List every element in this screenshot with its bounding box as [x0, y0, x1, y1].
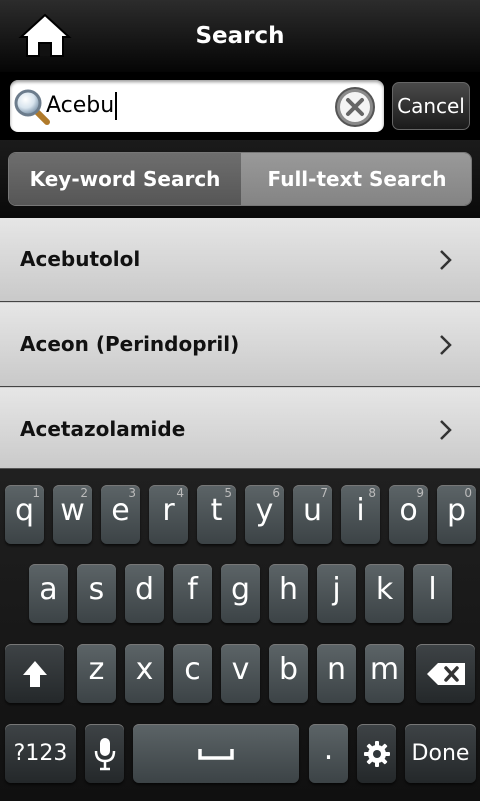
key-label: b [278, 652, 299, 687]
microphone-icon [85, 724, 124, 783]
key-e[interactable]: 3e [101, 485, 140, 544]
key-label: . [323, 732, 334, 767]
results-list: Acebutolol Aceon (Perindopril) Acetazola… [0, 218, 480, 472]
list-item-label: Acetazolamide [20, 417, 186, 441]
key-label: k [375, 572, 394, 607]
gear-icon [357, 724, 396, 783]
tab-keyword-search[interactable]: Key-word Search [9, 153, 241, 205]
clear-icon[interactable] [334, 86, 376, 128]
chevron-right-icon [440, 335, 452, 355]
key-label: o [399, 493, 418, 528]
key-o[interactable]: 9o [389, 485, 428, 544]
symbols-key[interactable]: ?123 [5, 724, 76, 783]
key-label: c [184, 652, 201, 687]
space-key[interactable] [133, 724, 299, 783]
key-n[interactable]: n [317, 644, 356, 703]
key-r[interactable]: 4r [149, 485, 188, 544]
shift-key[interactable] [5, 644, 64, 703]
key-label: p [446, 493, 467, 528]
key-l[interactable]: l [413, 564, 452, 623]
key-label: x [135, 652, 154, 687]
key-label: ?123 [13, 741, 68, 766]
search-text: Acebu [46, 80, 118, 132]
key-p[interactable]: 0p [437, 485, 476, 544]
list-item[interactable]: Acetazolamide [0, 388, 480, 472]
chevron-right-icon [440, 420, 452, 440]
key-h[interactable]: h [269, 564, 308, 623]
key-w[interactable]: 2w [53, 485, 92, 544]
key-label: j [332, 572, 341, 607]
voice-input-key[interactable] [85, 724, 124, 783]
key-label: g [230, 572, 251, 607]
key-label: v [231, 652, 250, 687]
search-input[interactable]: Acebu [10, 80, 384, 132]
key-v[interactable]: v [221, 644, 260, 703]
key-label: n [326, 652, 346, 687]
key-label: d [134, 572, 155, 607]
key-u[interactable]: 7u [293, 485, 332, 544]
key-label: q [14, 493, 35, 528]
chevron-right-icon [440, 250, 452, 270]
key-label: z [88, 652, 105, 687]
done-key[interactable]: Done [405, 724, 476, 783]
key-label: h [278, 572, 298, 607]
keyboard: 1q 2w 3e 4r 5t 6y 7u 8i 9o 0p a s d f g … [0, 468, 480, 801]
key-label: f [187, 572, 198, 607]
list-item[interactable]: Aceon (Perindopril) [0, 303, 480, 387]
key-z[interactable]: z [77, 644, 116, 703]
space-icon [133, 724, 299, 783]
key-g[interactable]: g [221, 564, 260, 623]
key-label: e [111, 493, 130, 528]
key-m[interactable]: m [365, 644, 404, 703]
key-y[interactable]: 6y [245, 485, 284, 544]
key-c[interactable]: c [173, 644, 212, 703]
key-label: a [39, 572, 58, 607]
key-q[interactable]: 1q [5, 485, 44, 544]
key-i[interactable]: 8i [341, 485, 380, 544]
key-f[interactable]: f [173, 564, 212, 623]
key-a[interactable]: a [29, 564, 68, 623]
key-label: r [162, 493, 175, 528]
key-label: l [428, 572, 437, 607]
key-label: y [255, 493, 274, 528]
key-k[interactable]: k [365, 564, 404, 623]
delete-key[interactable] [416, 644, 475, 703]
period-key[interactable]: . [309, 724, 348, 783]
title-bar: Search [0, 0, 480, 72]
list-item-label: Aceon (Perindopril) [20, 332, 240, 356]
key-label: u [302, 493, 322, 528]
key-x[interactable]: x [125, 644, 164, 703]
list-item-label: Acebutolol [20, 247, 141, 271]
key-d[interactable]: d [125, 564, 164, 623]
key-label: t [210, 493, 223, 528]
list-item[interactable]: Acebutolol [0, 218, 480, 302]
page-title: Search [195, 23, 285, 49]
key-s[interactable]: s [77, 564, 116, 623]
cancel-button[interactable]: Cancel [392, 82, 470, 130]
search-mode-toggle: Key-word Search Full-text Search [8, 152, 472, 206]
settings-key[interactable] [357, 724, 396, 783]
key-label: Done [411, 741, 470, 766]
shift-icon [5, 644, 64, 703]
key-t[interactable]: 5t [197, 485, 236, 544]
backspace-icon [416, 644, 475, 703]
key-label: w [60, 493, 85, 528]
tab-fulltext-search[interactable]: Full-text Search [241, 153, 471, 205]
search-mode-bar: Key-word Search Full-text Search [0, 140, 480, 218]
key-label: m [369, 652, 400, 687]
key-b[interactable]: b [269, 644, 308, 703]
key-label: s [88, 572, 105, 607]
key-label: i [356, 493, 365, 528]
key-j[interactable]: j [317, 564, 356, 623]
